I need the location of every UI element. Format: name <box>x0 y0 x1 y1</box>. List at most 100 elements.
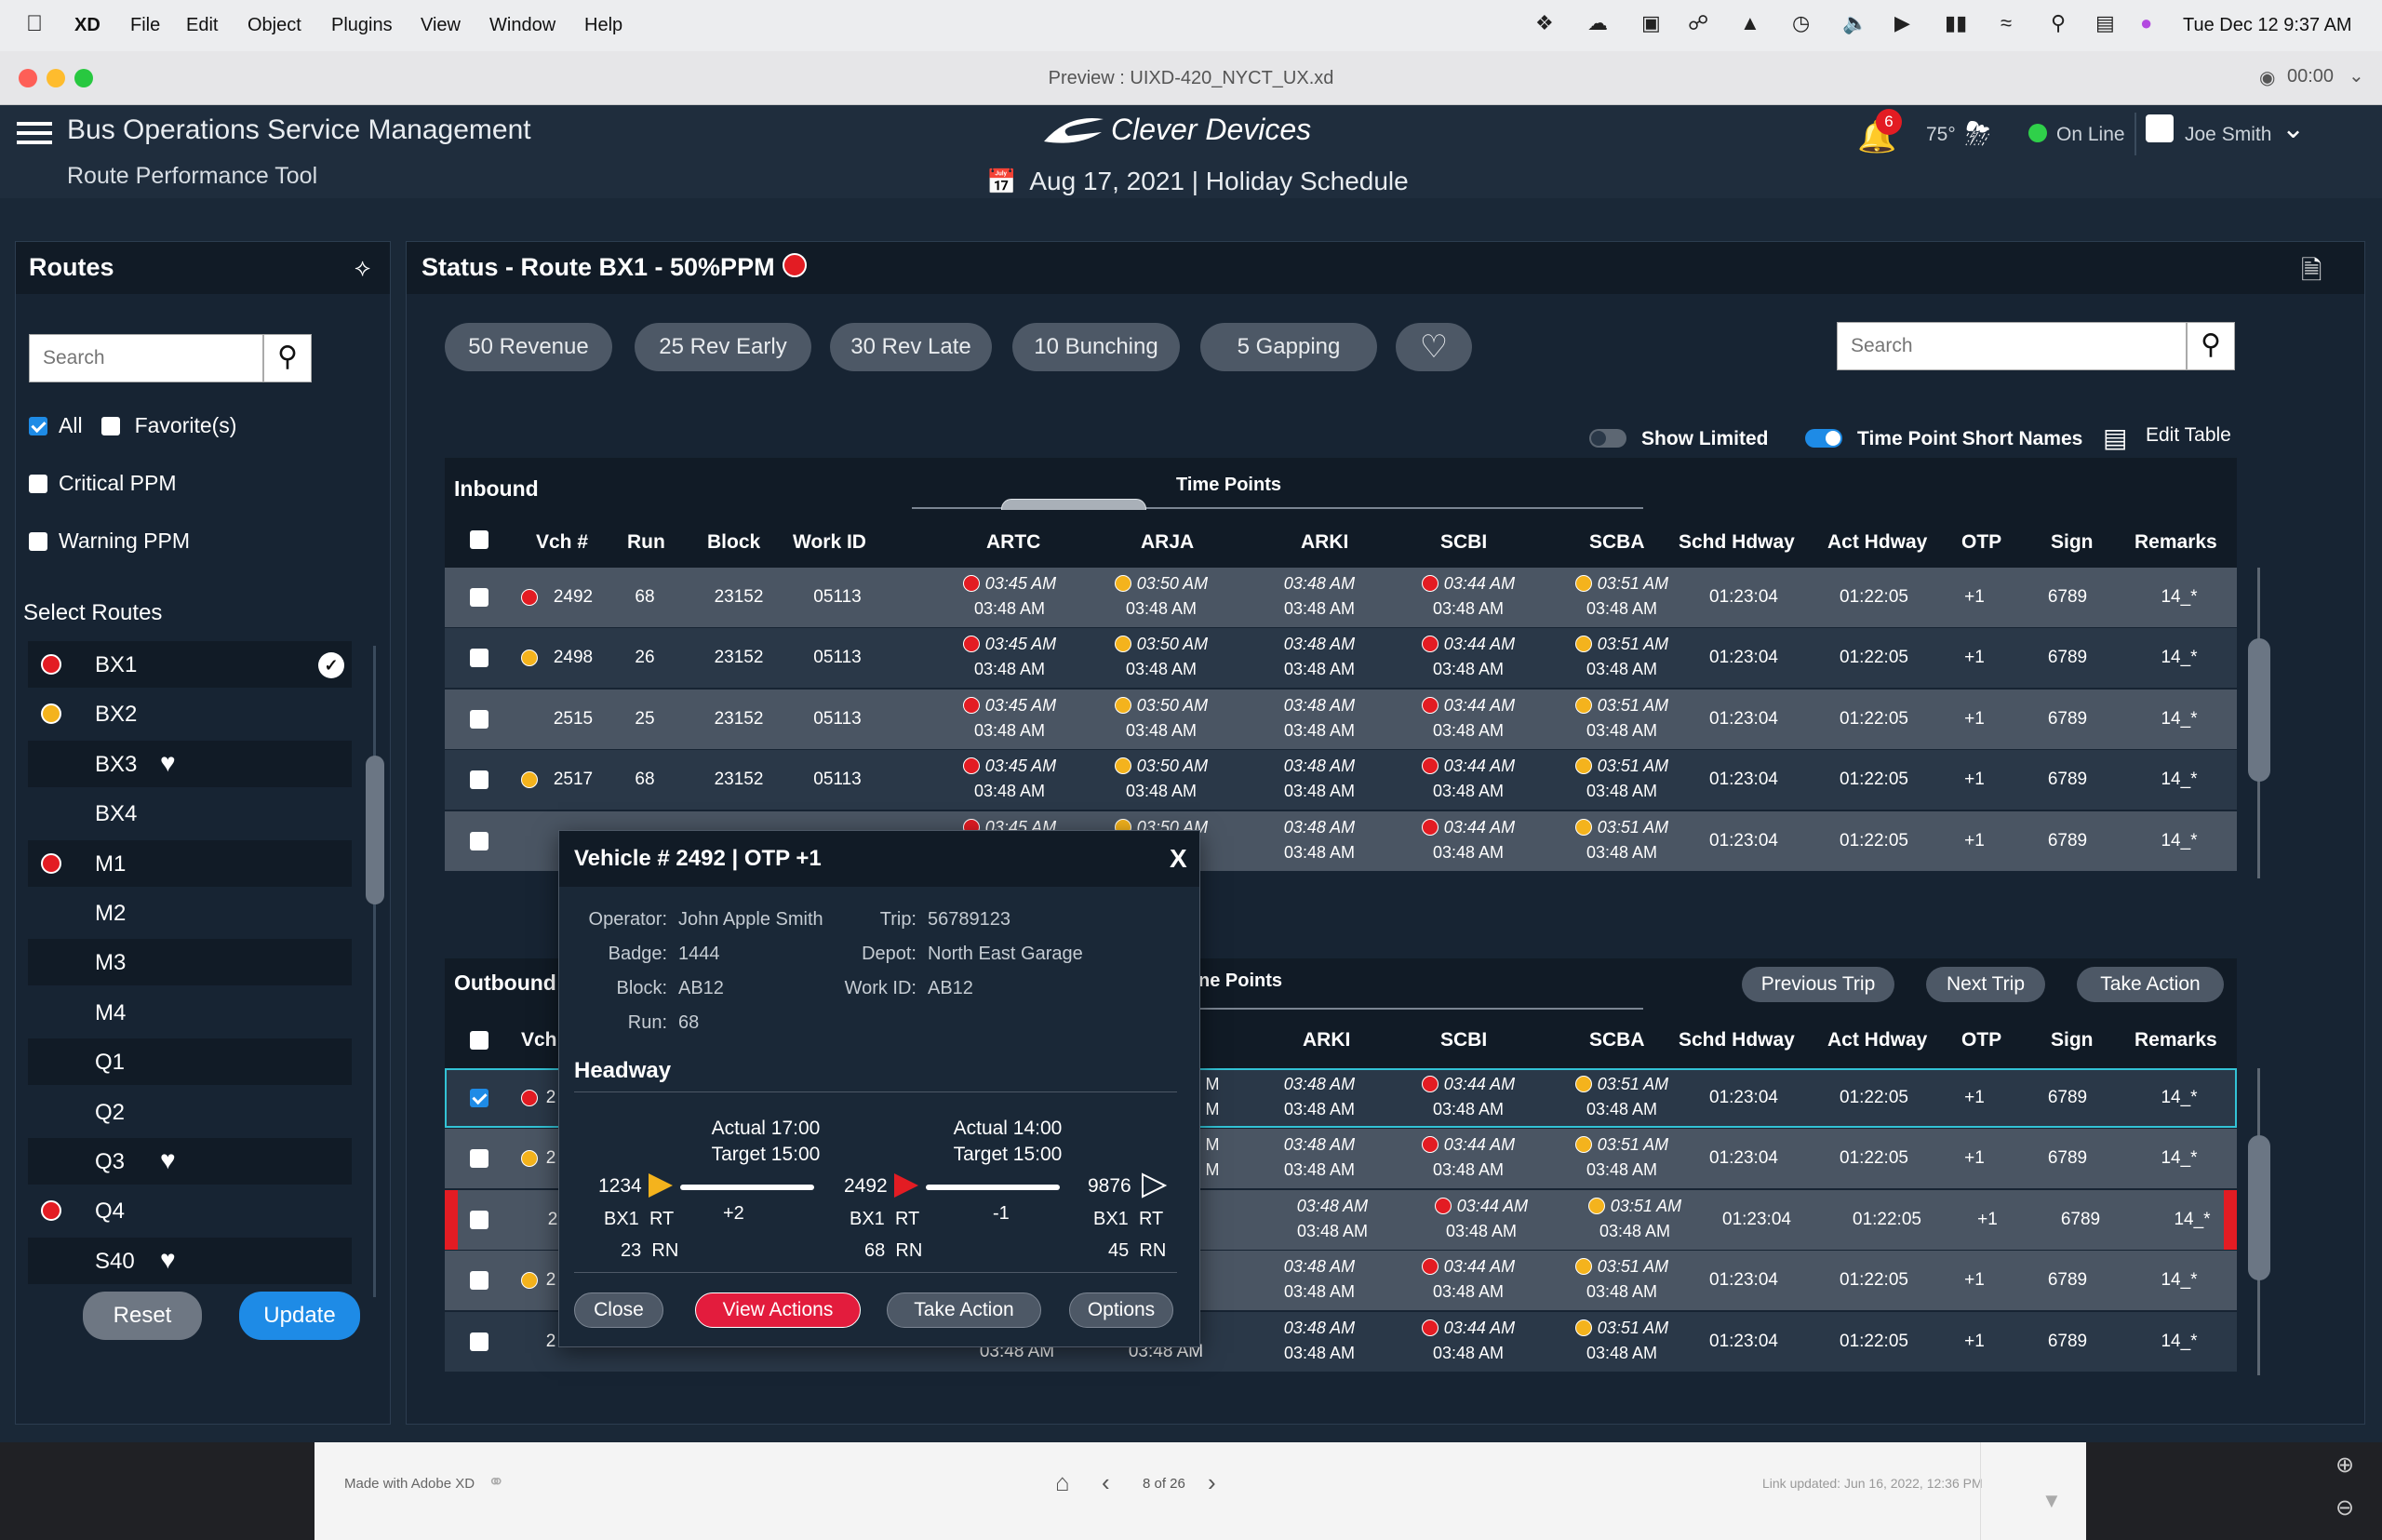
table-row[interactable]: 2517 68 23152 05113 03:45 AM 03:48 AM 03:50 AM… <box>445 750 2237 810</box>
vch-cell[interactable]: 2 <box>542 1332 560 1352</box>
menu-object[interactable]: Object <box>248 15 301 36</box>
volume-icon[interactable]: 🔈 <box>1842 11 1867 35</box>
row-checkbox[interactable] <box>470 831 488 850</box>
row-checkbox[interactable] <box>470 709 488 729</box>
route-item-q2[interactable]: Q2 <box>28 1088 352 1135</box>
vch-cell[interactable]: 2 <box>542 1088 560 1108</box>
row-checkbox[interactable] <box>470 1089 488 1107</box>
time-machine-icon[interactable]: ◷ <box>1792 11 1810 35</box>
col-scbi[interactable]: SCBI <box>1440 531 1487 554</box>
control-center-icon[interactable]: ▤ <box>2095 11 2115 35</box>
table-row[interactable]: 2515 25 23152 05113 03:45 AM 03:48 AM 03:50 AM… <box>445 689 2237 749</box>
routes-search-icon[interactable]: ⚲ <box>263 334 312 382</box>
col-otp[interactable]: OTP <box>1961 531 2001 554</box>
chip-bunching[interactable]: 10 Bunching <box>1012 323 1180 371</box>
user-name[interactable]: Joe Smith <box>2185 124 2271 146</box>
col-arja[interactable]: ARJA <box>1141 531 1194 554</box>
out-col-arki[interactable]: ARKI <box>1303 1029 1350 1051</box>
out-col-schd-hdway[interactable]: Schd Hdway <box>1679 1029 1795 1051</box>
vch-cell[interactable]: 2515 <box>545 709 601 730</box>
filter-critical[interactable]: Critical PPM <box>29 471 177 496</box>
menu-edit[interactable]: Edit <box>186 15 218 36</box>
wifi-icon[interactable]: ≈ <box>2001 11 2012 35</box>
home-icon[interactable]: ⌂ <box>1055 1468 1070 1497</box>
popup-close-button[interactable]: Close <box>574 1292 663 1328</box>
zoom-in-icon[interactable]: ⊕ <box>2335 1452 2354 1479</box>
menubar-clock[interactable]: Tue Dec 12 9:37 AM <box>2183 15 2352 36</box>
filter-all[interactable]: All Favorite(s) <box>29 413 236 438</box>
options-button[interactable]: Options <box>1069 1292 1173 1328</box>
timer-value[interactable]: 00:00 <box>2287 66 2334 87</box>
warning-checkbox[interactable] <box>29 531 47 551</box>
menu-plugins[interactable]: Plugins <box>331 15 393 36</box>
route-item-bx3[interactable]: BX3 ♥ <box>28 740 352 787</box>
col-remarks[interactable]: Remarks <box>2134 531 2217 554</box>
route-item-bx2[interactable]: BX2 <box>28 690 352 738</box>
routes-search-input[interactable] <box>29 334 263 382</box>
play-icon[interactable]: ▶ <box>1894 11 1910 35</box>
route-item-q3[interactable]: Q3 ♥ <box>28 1138 352 1185</box>
route-item-m2[interactable]: M2 <box>28 890 352 936</box>
unpin-icon[interactable]: ⟡ <box>355 253 370 283</box>
popup-close-icon[interactable]: X <box>1170 844 1187 874</box>
chip-revenue[interactable]: 50 Revenue <box>445 323 612 371</box>
outbound-scroll-thumb[interactable] <box>2248 1135 2270 1280</box>
sync-icon[interactable]: ☍ <box>1688 11 1708 35</box>
row-checkbox[interactable] <box>470 588 488 607</box>
col-artc[interactable]: ARTC <box>986 531 1040 554</box>
edit-table-label[interactable]: Edit Table <box>2146 424 2231 447</box>
row-checkbox[interactable] <box>470 1271 488 1291</box>
row-checkbox[interactable] <box>470 1149 488 1169</box>
close-window-button[interactable] <box>19 69 37 87</box>
update-button[interactable]: Update <box>239 1292 360 1340</box>
zoom-window-button[interactable] <box>74 69 93 87</box>
col-scba[interactable]: SCBA <box>1589 531 1645 554</box>
out-col-remarks[interactable]: Remarks <box>2134 1029 2217 1051</box>
menu-view[interactable]: View <box>421 15 461 36</box>
short-names-toggle[interactable] <box>1805 429 1842 448</box>
col-vch[interactable]: Vch # <box>536 531 588 554</box>
route-item-m4[interactable]: M4 <box>28 988 352 1036</box>
critical-checkbox[interactable] <box>29 474 47 493</box>
row-checkbox[interactable] <box>470 770 488 790</box>
chip-rev-early[interactable]: 25 Rev Early <box>635 323 811 371</box>
col-work-id[interactable]: Work ID <box>793 531 866 554</box>
out-col-sign[interactable]: Sign <box>2051 1029 2094 1051</box>
cloud-icon[interactable]: ☁ <box>1587 11 1608 35</box>
menu-app-name[interactable]: XD <box>74 15 100 36</box>
dropbox-icon[interactable]: ❖ <box>1535 11 1554 35</box>
chip-rev-late[interactable]: 30 Rev Late <box>830 323 992 371</box>
favorite-heart-icon[interactable]: ♡ <box>1396 323 1472 371</box>
show-limited-toggle[interactable] <box>1589 429 1626 448</box>
all-checkbox[interactable] <box>29 416 47 435</box>
reset-button[interactable]: Reset <box>83 1292 202 1340</box>
creative-cloud-icon[interactable]: ▣ <box>1641 11 1661 35</box>
favorites-checkbox[interactable] <box>100 416 120 435</box>
favorite-heart-icon[interactable]: ♥ <box>160 1145 176 1175</box>
next-trip-button[interactable]: Next Trip <box>1926 967 2045 1002</box>
hamburger-menu-icon[interactable] <box>17 118 52 150</box>
vehicle-9876[interactable]: 9876 <box>1088 1175 1131 1198</box>
vehicle-2492[interactable]: 2492 <box>844 1175 888 1198</box>
route-item-m1[interactable]: M1 <box>28 839 352 887</box>
view-actions-button[interactable]: View Actions <box>695 1292 861 1328</box>
user-menu-chevron-icon[interactable]: ⌄ <box>2282 113 2305 145</box>
out-col-scbi[interactable]: SCBI <box>1440 1029 1487 1051</box>
vch-cell[interactable]: 2 <box>542 1270 560 1291</box>
col-arki[interactable]: ARKI <box>1301 531 1348 554</box>
next-page-icon[interactable]: › <box>1208 1468 1216 1497</box>
spotlight-icon[interactable]: ⚲ <box>2051 11 2066 35</box>
col-schd-hdway[interactable]: Schd Hdway <box>1679 531 1795 554</box>
vch-cell[interactable]: 2498 <box>545 648 601 668</box>
col-run[interactable]: Run <box>627 531 665 554</box>
route-item-m3[interactable]: M3 <box>28 939 352 986</box>
vch-cell[interactable]: 2492 <box>545 587 601 608</box>
route-item-s40[interactable]: S40 ♥ <box>28 1237 352 1284</box>
route-item-bx1[interactable]: BX1 ✓ <box>28 641 352 688</box>
minimize-window-button[interactable] <box>47 69 65 87</box>
table-row[interactable]: 2498 26 23152 05113 03:45 AM 03:48 AM 03:50 AM… <box>445 628 2237 689</box>
route-item-q1[interactable]: Q1 <box>28 1038 352 1086</box>
menu-help[interactable]: Help <box>584 15 622 36</box>
col-sign[interactable]: Sign <box>2051 531 2094 554</box>
export-document-icon[interactable]: 🗎 <box>2301 251 2322 296</box>
